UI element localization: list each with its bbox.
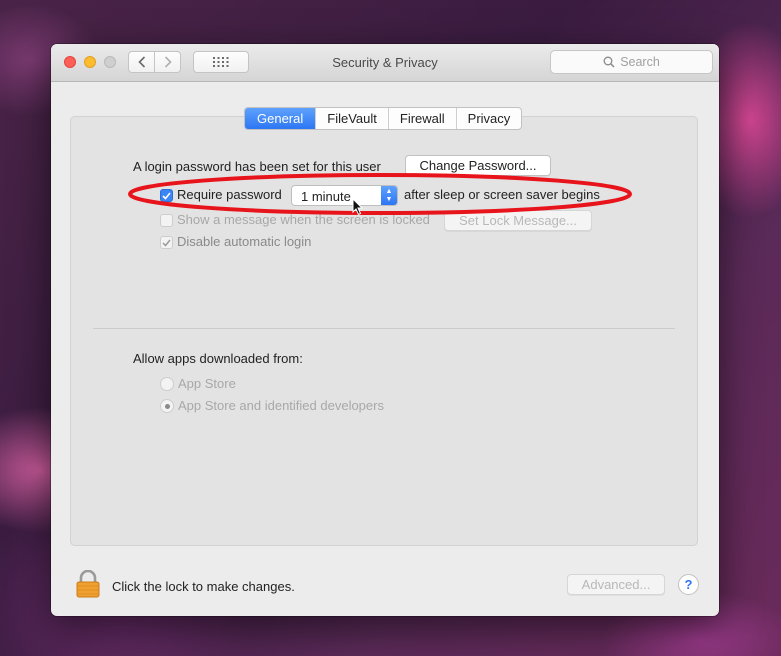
tab-firewall[interactable]: Firewall <box>387 108 456 129</box>
require-password-delay-popup[interactable]: 1 minute ▲ ▼ <box>291 185 398 206</box>
show-all-button[interactable] <box>193 51 249 73</box>
show-message-label: Show a message when the screen is locked <box>177 212 430 227</box>
minimize-window-button[interactable] <box>84 56 96 68</box>
checkmark-icon <box>162 239 171 247</box>
back-button[interactable] <box>128 51 155 73</box>
popup-arrows-icon: ▲ ▼ <box>381 186 397 205</box>
title-bar: Security & Privacy Search <box>51 44 719 82</box>
disable-auto-login-checkbox[interactable] <box>160 236 173 249</box>
require-password-label: Require password <box>177 187 282 202</box>
tab-privacy[interactable]: Privacy <box>455 108 522 129</box>
search-icon <box>603 56 615 68</box>
search-field[interactable]: Search <box>550 50 713 74</box>
grid-icon <box>213 57 229 67</box>
zoom-window-button[interactable] <box>104 56 116 68</box>
radio-app-store[interactable] <box>160 377 174 391</box>
delay-value: 1 minute <box>301 189 351 204</box>
allow-apps-heading: Allow apps downloaded from: <box>133 351 303 366</box>
radio-app-store-identified-label: App Store and identified developers <box>178 398 384 413</box>
window-title: Security & Privacy <box>332 55 438 70</box>
tab-bar: General FileVault Firewall Privacy <box>244 107 523 130</box>
login-password-text: A login password has been set for this u… <box>133 159 381 174</box>
section-divider <box>93 328 675 329</box>
change-password-button[interactable]: Change Password... <box>405 155 551 176</box>
require-password-checkbox[interactable] <box>160 189 173 202</box>
lock-icon[interactable] <box>75 569 101 603</box>
disable-auto-login-label: Disable automatic login <box>177 234 312 249</box>
help-button[interactable]: ? <box>678 574 699 595</box>
checkmark-icon <box>162 191 171 200</box>
radio-app-store-identified[interactable] <box>160 399 174 413</box>
forward-button[interactable] <box>154 51 181 73</box>
settings-panel: A login password has been set for this u… <box>70 116 698 546</box>
close-window-button[interactable] <box>64 56 76 68</box>
chevron-right-icon <box>164 56 172 68</box>
radio-app-store-label: App Store <box>178 376 236 391</box>
tab-filevault[interactable]: FileVault <box>315 108 388 129</box>
system-preferences-window: Security & Privacy Search A login passwo… <box>51 44 719 616</box>
after-sleep-text: after sleep or screen saver begins <box>404 187 600 202</box>
radio-selected-dot <box>164 403 170 409</box>
set-lock-message-button[interactable]: Set Lock Message... <box>444 210 592 231</box>
tab-general[interactable]: General <box>245 108 316 129</box>
lock-text: Click the lock to make changes. <box>112 579 295 594</box>
chevron-left-icon <box>137 56 145 68</box>
show-message-checkbox[interactable] <box>160 214 173 227</box>
advanced-button[interactable]: Advanced... <box>567 574 665 595</box>
mouse-pointer-icon <box>352 198 364 216</box>
search-placeholder: Search <box>620 55 660 69</box>
